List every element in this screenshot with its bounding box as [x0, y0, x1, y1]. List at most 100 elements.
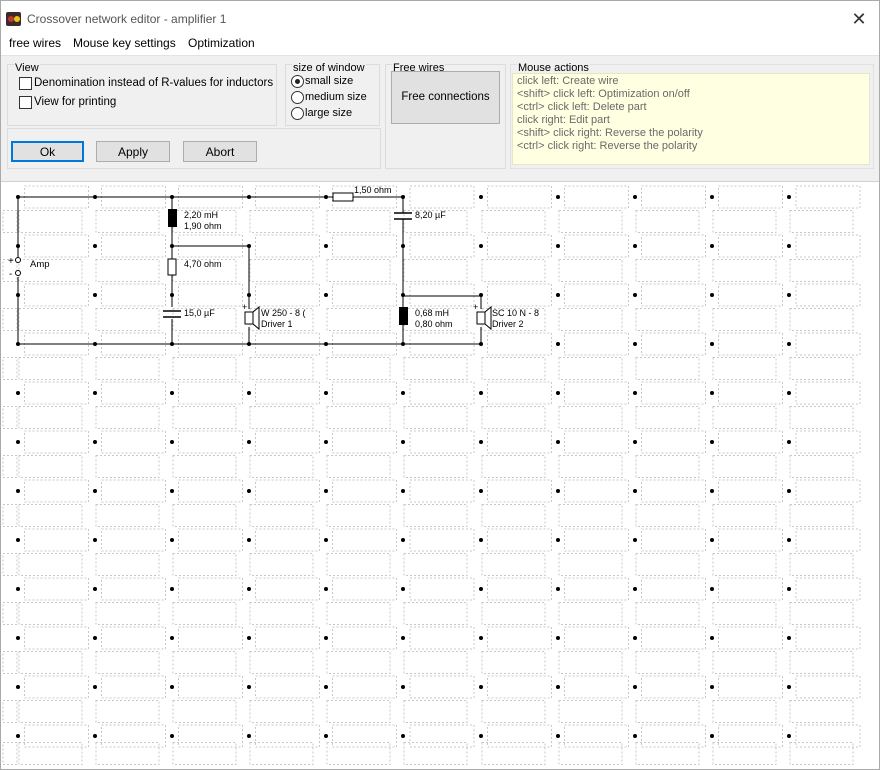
grid-node[interactable]: [633, 293, 637, 297]
horizontal-part-slot[interactable]: [409, 381, 475, 405]
grid-node[interactable]: [247, 489, 251, 493]
horizontal-part-slot[interactable]: [564, 675, 629, 699]
vertical-part-slot[interactable]: [712, 700, 777, 723]
vertical-part-slot[interactable]: [635, 308, 700, 331]
grid-node[interactable]: [93, 685, 97, 689]
denomination-checkbox[interactable]: [19, 77, 32, 90]
grid-node[interactable]: [556, 636, 560, 640]
vertical-part-slot[interactable]: [172, 651, 237, 674]
horizontal-part-slot[interactable]: [795, 283, 861, 307]
grid-node[interactable]: [633, 391, 637, 395]
horizontal-part-slot[interactable]: [24, 528, 89, 552]
vertical-part-slot[interactable]: [18, 210, 83, 233]
vertical-part-slot[interactable]: [95, 553, 160, 576]
vertical-part-slot[interactable]: [326, 504, 391, 527]
vertical-part-slot[interactable]: [789, 455, 854, 478]
vertical-part-slot[interactable]: [95, 357, 160, 380]
horizontal-part-slot[interactable]: [487, 234, 552, 258]
horizontal-part-slot[interactable]: [564, 332, 629, 356]
horizontal-part-slot[interactable]: [795, 675, 861, 699]
vertical-part-slot[interactable]: [249, 455, 314, 478]
grid-node[interactable]: [401, 391, 405, 395]
grid-node[interactable]: [556, 685, 560, 689]
horizontal-part-slot[interactable]: [178, 381, 243, 405]
horizontal-part-slot[interactable]: [795, 381, 861, 405]
vertical-part-slot[interactable]: [789, 700, 854, 723]
grid-node[interactable]: [324, 440, 328, 444]
horizontal-part-slot[interactable]: [409, 234, 475, 258]
horizontal-part-slot[interactable]: [409, 430, 475, 454]
horizontal-part-slot[interactable]: [487, 185, 552, 209]
horizontal-part-slot[interactable]: [718, 332, 783, 356]
horizontal-part-slot[interactable]: [178, 479, 243, 503]
vertical-part-slot[interactable]: [249, 357, 314, 380]
grid-node[interactable]: [633, 734, 637, 738]
horizontal-part-slot[interactable]: [564, 626, 629, 650]
horizontal-part-slot[interactable]: [409, 626, 475, 650]
grid-node[interactable]: [247, 636, 251, 640]
horizontal-part-slot[interactable]: [795, 430, 861, 454]
grid-node[interactable]: [556, 293, 560, 297]
vertical-part-slot[interactable]: [249, 406, 314, 429]
vertical-part-slot[interactable]: [18, 700, 83, 723]
grid-node[interactable]: [556, 538, 560, 542]
horizontal-part-slot[interactable]: [24, 283, 89, 307]
vertical-part-slot[interactable]: [18, 406, 83, 429]
horizontal-part-slot[interactable]: [564, 185, 629, 209]
vertical-part-slot[interactable]: [635, 553, 700, 576]
vertical-part-slot[interactable]: [95, 259, 160, 282]
vertical-part-slot[interactable]: [172, 504, 237, 527]
grid-node[interactable]: [633, 636, 637, 640]
horizontal-part-slot[interactable]: [255, 479, 320, 503]
horizontal-part-slot[interactable]: [718, 185, 783, 209]
grid-node[interactable]: [787, 244, 791, 248]
vertical-part-slot[interactable]: [403, 455, 468, 478]
vertical-part-slot[interactable]: [18, 357, 83, 380]
horizontal-part-slot[interactable]: [641, 626, 706, 650]
medium-size-radio[interactable]: [291, 91, 304, 104]
grid-node[interactable]: [401, 538, 405, 542]
vertical-part-slot[interactable]: [95, 406, 160, 429]
edge-part-slot[interactable]: [2, 553, 18, 576]
horizontal-part-slot[interactable]: [718, 430, 783, 454]
vertical-part-slot[interactable]: [249, 700, 314, 723]
vertical-part-slot[interactable]: [789, 742, 854, 765]
horizontal-part-slot[interactable]: [641, 724, 706, 748]
horizontal-part-slot[interactable]: [718, 724, 783, 748]
capacitor-c1[interactable]: [163, 310, 181, 318]
horizontal-part-slot[interactable]: [409, 528, 475, 552]
vertical-part-slot[interactable]: [403, 406, 468, 429]
wire-grid[interactable]: + - Amp 1,50 ohm 2,20 mH 1,90 ohm 4,70 o…: [1, 181, 879, 769]
grid-node[interactable]: [93, 587, 97, 591]
horizontal-part-slot[interactable]: [409, 577, 475, 601]
horizontal-part-slot[interactable]: [332, 675, 397, 699]
vertical-part-slot[interactable]: [326, 553, 391, 576]
vertical-part-slot[interactable]: [481, 259, 546, 282]
grid-node[interactable]: [170, 636, 174, 640]
horizontal-part-slot[interactable]: [24, 430, 89, 454]
horizontal-part-slot[interactable]: [795, 724, 861, 748]
vertical-part-slot[interactable]: [481, 210, 546, 233]
vertical-part-slot[interactable]: [635, 455, 700, 478]
grid-node[interactable]: [16, 391, 20, 395]
vertical-part-slot[interactable]: [249, 259, 314, 282]
horizontal-part-slot[interactable]: [795, 234, 861, 258]
grid-node[interactable]: [633, 489, 637, 493]
grid-node[interactable]: [479, 195, 483, 199]
grid-node[interactable]: [633, 440, 637, 444]
horizontal-part-slot[interactable]: [332, 724, 397, 748]
menu-mouse-key-settings[interactable]: Mouse key settings: [73, 35, 176, 55]
grid-node[interactable]: [633, 538, 637, 542]
grid-node[interactable]: [170, 538, 174, 542]
vertical-part-slot[interactable]: [403, 357, 468, 380]
inductor-l2[interactable]: [399, 307, 408, 325]
grid-node[interactable]: [710, 587, 714, 591]
horizontal-part-slot[interactable]: [641, 577, 706, 601]
vertical-part-slot[interactable]: [789, 357, 854, 380]
vertical-part-slot[interactable]: [481, 455, 546, 478]
vertical-part-slot[interactable]: [558, 602, 623, 625]
grid-node[interactable]: [710, 636, 714, 640]
grid-node[interactable]: [16, 636, 20, 640]
horizontal-part-slot[interactable]: [255, 675, 320, 699]
grid-node[interactable]: [247, 440, 251, 444]
